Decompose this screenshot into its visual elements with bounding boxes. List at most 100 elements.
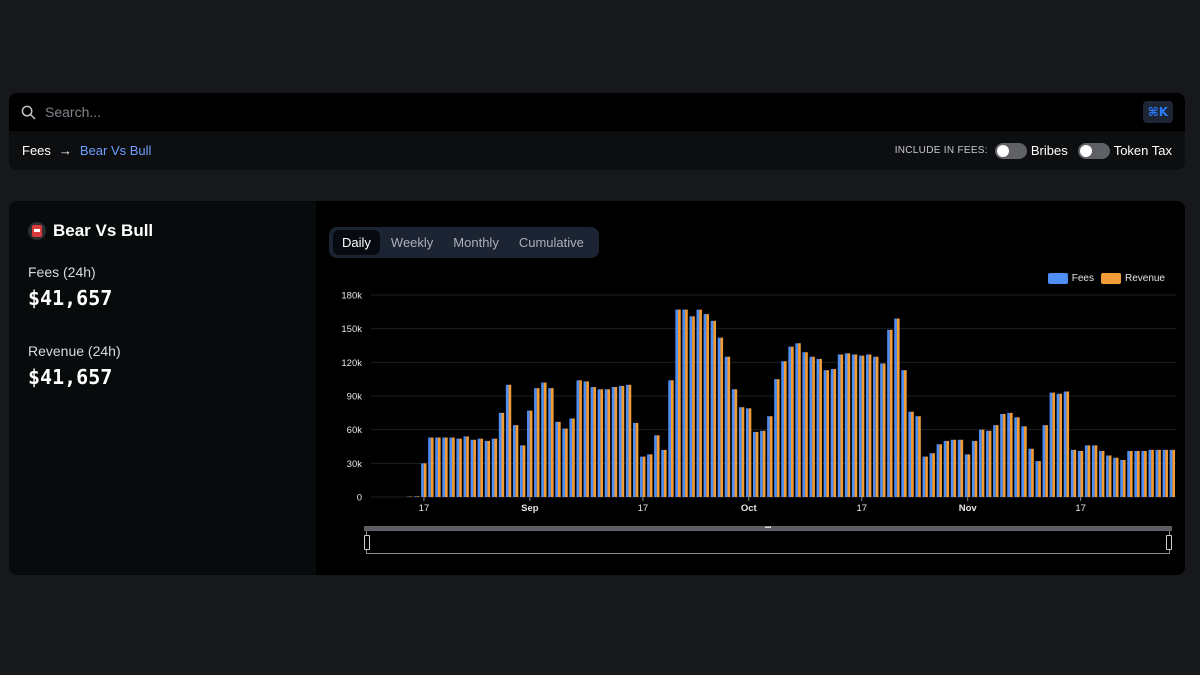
fees-bar bbox=[1113, 457, 1116, 497]
token-tax-toggle[interactable] bbox=[1077, 142, 1110, 159]
fees-bar bbox=[632, 422, 636, 497]
fees-bar bbox=[1127, 450, 1130, 497]
fees-bar bbox=[731, 389, 735, 497]
revenue-bar bbox=[670, 380, 674, 497]
fees-bar bbox=[1169, 449, 1173, 497]
fees-bar bbox=[414, 496, 417, 497]
revenue-bar bbox=[522, 445, 526, 497]
revenue-bar bbox=[678, 309, 681, 497]
revenue-bar bbox=[1108, 455, 1112, 497]
revenue-bar bbox=[911, 411, 914, 497]
revenue-bar bbox=[550, 388, 554, 497]
fees-bar bbox=[724, 356, 728, 497]
bribes-label: Bribes bbox=[1030, 143, 1068, 158]
revenue-bar bbox=[967, 454, 971, 497]
fees-bar bbox=[1120, 459, 1123, 497]
search-shortcut-badge[interactable]: ⌘K bbox=[1142, 101, 1173, 123]
fees-bar bbox=[943, 440, 947, 497]
fees-bar bbox=[858, 355, 862, 497]
fees-bar bbox=[894, 318, 897, 497]
breadcrumb-fees-link[interactable]: Fees bbox=[22, 143, 51, 158]
fees-bar bbox=[625, 384, 629, 497]
revenue-bar bbox=[487, 440, 491, 497]
protocol-name: Bear Vs Bull bbox=[53, 221, 154, 240]
fees-bar bbox=[1099, 450, 1102, 497]
revenue-bar bbox=[960, 439, 964, 497]
period-tabs: Daily Weekly Monthly Cumulative bbox=[329, 227, 599, 258]
fees-bar bbox=[950, 439, 954, 497]
search-input[interactable]: Search... bbox=[45, 104, 1143, 120]
fees-bar bbox=[435, 437, 438, 497]
revenue-bar bbox=[473, 439, 476, 497]
y-tick-label: 90k bbox=[347, 392, 363, 403]
search-icon bbox=[21, 105, 36, 119]
slider-handle-right[interactable] bbox=[1166, 535, 1172, 550]
revenue-bar bbox=[1031, 448, 1034, 497]
breadcrumb-current[interactable]: Bear Vs Bull bbox=[80, 143, 152, 158]
revenue-bar bbox=[903, 370, 907, 497]
revenue-bar bbox=[480, 438, 483, 497]
fees-bar bbox=[548, 388, 551, 497]
revenue-bar bbox=[572, 418, 575, 497]
fees-bar bbox=[753, 431, 756, 497]
fees-bar bbox=[908, 411, 912, 497]
revenue-bar bbox=[642, 456, 646, 497]
fees-bar bbox=[682, 309, 686, 497]
fees-bar bbox=[745, 408, 749, 497]
fees-bar bbox=[1063, 391, 1067, 497]
x-tick-label: Nov bbox=[959, 503, 978, 514]
y-tick-label: 120k bbox=[341, 358, 362, 369]
fees-bar bbox=[470, 439, 474, 497]
revenue-bar bbox=[663, 449, 667, 497]
fees-bar bbox=[1162, 449, 1166, 497]
fees-bar bbox=[1056, 393, 1060, 497]
slider-handle-left[interactable] bbox=[364, 535, 370, 550]
fees-bar bbox=[929, 453, 933, 497]
fees-bar bbox=[1000, 413, 1003, 497]
revenue-bar bbox=[826, 370, 830, 497]
revenue-bar bbox=[981, 429, 985, 497]
fees-bar bbox=[788, 346, 792, 497]
revenue-bar bbox=[1087, 445, 1091, 497]
revenue-bar bbox=[459, 438, 462, 497]
breadcrumb: Fees → Bear Vs Bull INCLUDE IN FEES: Bri… bbox=[9, 131, 1185, 170]
fees-bar bbox=[802, 352, 806, 497]
fees-bar bbox=[590, 387, 594, 497]
revenue-bar bbox=[1024, 426, 1027, 497]
revenue-bar bbox=[1172, 449, 1176, 497]
date-range-slider[interactable]: ▪▪▪ bbox=[364, 525, 1172, 554]
revenue-bar bbox=[798, 343, 801, 497]
revenue-bar bbox=[600, 389, 604, 497]
slider-window[interactable] bbox=[366, 531, 1170, 554]
tab-weekly[interactable]: Weekly bbox=[382, 230, 442, 255]
fees-bar bbox=[816, 358, 820, 497]
tab-cumulative[interactable]: Cumulative bbox=[510, 230, 593, 255]
fees-bar bbox=[668, 380, 671, 497]
tab-monthly[interactable]: Monthly bbox=[444, 230, 508, 255]
x-tick-label: 17 bbox=[419, 503, 430, 514]
revenue-bar bbox=[614, 387, 618, 497]
fees-24h-value: $41,657 bbox=[28, 286, 113, 310]
revenue-bar bbox=[840, 354, 844, 497]
fees-bar bbox=[555, 421, 558, 497]
fees-bar bbox=[569, 418, 573, 497]
fees-bar bbox=[774, 379, 777, 497]
fees-bar bbox=[640, 456, 643, 497]
tab-daily[interactable]: Daily bbox=[333, 230, 380, 255]
y-tick-label: 60k bbox=[347, 425, 363, 436]
fees-bar bbox=[922, 456, 926, 497]
fees-bar bbox=[915, 416, 919, 497]
revenue-bar bbox=[692, 316, 695, 497]
revenue-bar bbox=[515, 425, 519, 497]
revenue-bar bbox=[1059, 393, 1063, 497]
fees-bar bbox=[1042, 425, 1046, 497]
top-bar: Search... ⌘K Fees → Bear Vs Bull INCLUDE… bbox=[9, 93, 1185, 170]
revenue-bar bbox=[543, 382, 547, 497]
revenue-bar bbox=[946, 440, 950, 497]
revenue-bar bbox=[882, 363, 886, 497]
fees-bar bbox=[837, 354, 841, 497]
search-bar[interactable]: Search... ⌘K bbox=[9, 93, 1185, 131]
fees-bar bbox=[421, 463, 424, 497]
revenue-bar bbox=[833, 369, 837, 497]
bribes-toggle[interactable] bbox=[994, 142, 1027, 159]
